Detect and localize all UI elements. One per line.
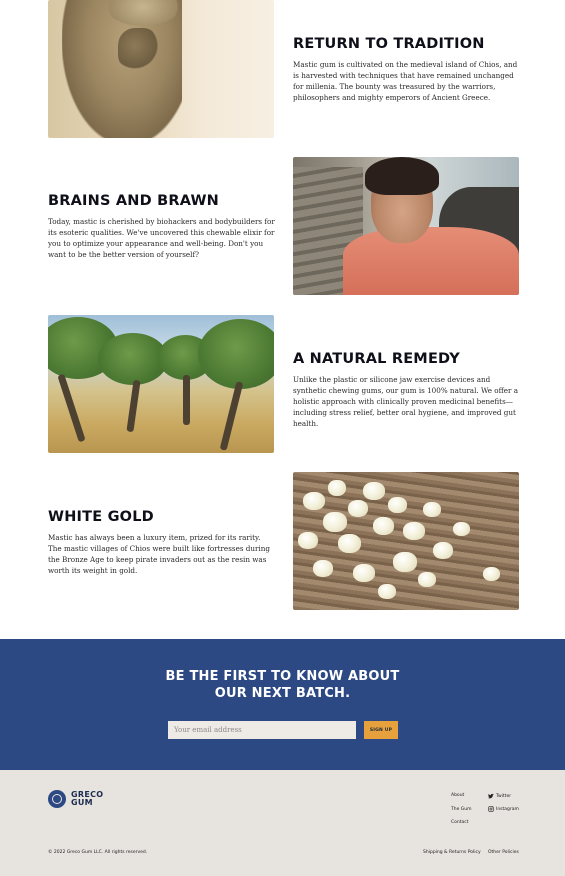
newsletter-section: BE THE FIRST TO KNOW ABOUT OUR NEXT BATC…: [0, 639, 565, 770]
newsletter-heading-line2: OUR NEXT BATCH.: [214, 685, 351, 701]
feature-text: A NATURAL REMEDY Unlike the plastic or s…: [293, 351, 521, 429]
feature-body: Today, mastic is cherished by biohackers…: [48, 216, 275, 260]
logo-text: GRECO GUM: [71, 791, 103, 806]
social-link-twitter[interactable]: Twitter: [488, 793, 519, 799]
feature-text: BRAINS AND BRAWN Today, mastic is cheris…: [48, 193, 276, 260]
social-link-instagram[interactable]: Instagram: [488, 806, 519, 812]
twitter-label: Twitter: [496, 793, 512, 799]
sign-up-button[interactable]: SIGN UP: [364, 721, 398, 739]
newsletter-heading: BE THE FIRST TO KNOW ABOUT OUR NEXT BATC…: [0, 669, 565, 702]
feature-title: RETURN TO TRADITION: [293, 36, 485, 52]
feature-text: RETURN TO TRADITION Mastic gum is cultiv…: [293, 36, 521, 103]
statue-image: [48, 0, 274, 138]
social-links: Twitter Instagram: [488, 793, 519, 819]
logo-line2: GUM: [71, 798, 93, 807]
footer-link-the-gum[interactable]: The Gum: [451, 807, 472, 812]
mastic-trees-image: [48, 315, 274, 453]
feature-body: Mastic gum is cultivated on the medieval…: [293, 59, 518, 103]
feature-body: Mastic has always been a luxury item, pr…: [48, 532, 270, 576]
footer-link-about[interactable]: About: [451, 793, 472, 798]
feature-title: BRAINS AND BRAWN: [48, 193, 220, 209]
instagram-label: Instagram: [496, 806, 519, 812]
feature-title: A NATURAL REMEDY: [293, 351, 460, 367]
email-input[interactable]: [168, 721, 356, 739]
other-policies-link[interactable]: Other Policies: [488, 850, 519, 855]
instagram-icon: [488, 806, 494, 812]
man-portrait-image: [293, 157, 519, 295]
footer-link-contact[interactable]: Contact: [451, 820, 472, 825]
feature-body: Unlike the plastic or silicone jaw exerc…: [293, 374, 518, 429]
footer-links: About The Gum Contact: [451, 793, 472, 834]
logo[interactable]: GRECO GUM: [48, 790, 103, 808]
footer: GRECO GUM About The Gum Contact Twitter …: [0, 770, 565, 876]
greco-gum-logo-icon: [48, 790, 66, 808]
twitter-icon: [488, 793, 494, 799]
newsletter-heading-line1: BE THE FIRST TO KNOW ABOUT: [165, 669, 400, 684]
feature-title: WHITE GOLD: [48, 509, 154, 525]
mastic-resin-image: [293, 472, 519, 610]
feature-text: WHITE GOLD Mastic has always been a luxu…: [48, 509, 276, 576]
shipping-returns-link[interactable]: Shipping & Returns Policy: [423, 850, 481, 855]
copyright-text: © 2022 Greco Gum LLC. All rights reserve…: [48, 850, 148, 855]
